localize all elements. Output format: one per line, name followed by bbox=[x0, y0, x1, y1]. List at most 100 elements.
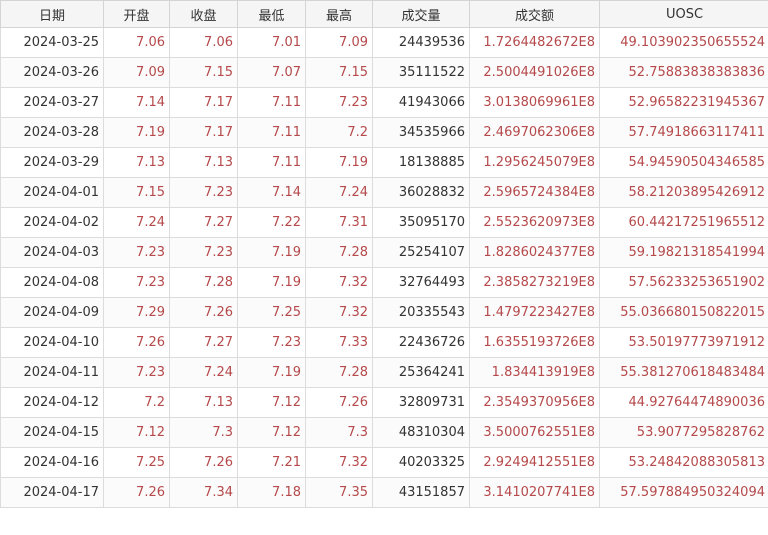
table-row[interactable]: 2024-04-09 7.29 7.26 7.25 7.32 20335543 1.4797… bbox=[0, 297, 768, 328]
close-cell: 7.28 bbox=[169, 267, 238, 298]
table-row[interactable]: 2024-04-08 7.23 7.28 7.19 7.32 32764493 2.3858… bbox=[0, 267, 768, 298]
date-cell: 2024-04-03 bbox=[0, 237, 104, 268]
column-header-high[interactable]: 最高 bbox=[305, 0, 373, 28]
low-cell: 7.19 bbox=[237, 237, 306, 268]
column-header-date[interactable]: 日期 bbox=[0, 0, 104, 28]
low-cell: 7.12 bbox=[237, 387, 306, 418]
volume-cell: 32764493 bbox=[372, 267, 470, 298]
table-row[interactable]: 2024-04-03 7.23 7.23 7.19 7.28 25254107 1.8286… bbox=[0, 237, 768, 268]
open-cell: 7.23 bbox=[103, 357, 170, 388]
table-row[interactable]: 2024-03-29 7.13 7.13 7.11 7.19 18138885 1.2956… bbox=[0, 147, 768, 178]
open-cell: 7.13 bbox=[103, 147, 170, 178]
low-cell: 7.18 bbox=[237, 477, 306, 508]
amount-cell: 3.0138069961E8 bbox=[469, 87, 600, 118]
low-cell: 7.12 bbox=[237, 417, 306, 448]
amount-cell: 1.4797223427E8 bbox=[469, 297, 600, 328]
close-cell: 7.13 bbox=[169, 387, 238, 418]
table-row[interactable]: 2024-04-16 7.25 7.26 7.21 7.32 40203325 2.9249… bbox=[0, 447, 768, 478]
close-cell: 7.26 bbox=[169, 297, 238, 328]
table-row[interactable]: 2024-03-28 7.19 7.17 7.11 7.2 34535966 2.46970… bbox=[0, 117, 768, 148]
close-cell: 7.06 bbox=[169, 27, 238, 58]
table-row[interactable]: 2024-04-02 7.24 7.27 7.22 7.31 35095170 2.5523… bbox=[0, 207, 768, 238]
date-cell: 2024-04-01 bbox=[0, 177, 104, 208]
date-cell: 2024-04-09 bbox=[0, 297, 104, 328]
uosc-cell: 49.103902350655524 bbox=[599, 27, 768, 58]
amount-cell: 2.5523620973E8 bbox=[469, 207, 600, 238]
date-cell: 2024-04-12 bbox=[0, 387, 104, 418]
high-cell: 7.33 bbox=[305, 327, 373, 358]
volume-cell: 18138885 bbox=[372, 147, 470, 178]
high-cell: 7.2 bbox=[305, 117, 373, 148]
date-cell: 2024-04-17 bbox=[0, 477, 104, 508]
amount-cell: 1.8286024377E8 bbox=[469, 237, 600, 268]
table-row[interactable]: 2024-04-10 7.26 7.27 7.23 7.33 22436726 1.6355… bbox=[0, 327, 768, 358]
low-cell: 7.19 bbox=[237, 357, 306, 388]
close-cell: 7.24 bbox=[169, 357, 238, 388]
uosc-cell: 59.19821318541994 bbox=[599, 237, 768, 268]
open-cell: 7.26 bbox=[103, 477, 170, 508]
uosc-cell: 55.036680150822015 bbox=[599, 297, 768, 328]
date-cell: 2024-04-16 bbox=[0, 447, 104, 478]
table-row[interactable]: 2024-04-01 7.15 7.23 7.14 7.24 36028832 2.5965… bbox=[0, 177, 768, 208]
open-cell: 7.24 bbox=[103, 207, 170, 238]
column-header-uosc[interactable]: UOSC bbox=[599, 0, 768, 28]
uosc-cell: 53.50197773971912 bbox=[599, 327, 768, 358]
high-cell: 7.3 bbox=[305, 417, 373, 448]
high-cell: 7.26 bbox=[305, 387, 373, 418]
uosc-cell: 44.92764474890036 bbox=[599, 387, 768, 418]
amount-cell: 1.2956245079E8 bbox=[469, 147, 600, 178]
column-header-amount[interactable]: 成交额 bbox=[469, 0, 600, 28]
open-cell: 7.2 bbox=[103, 387, 170, 418]
volume-cell: 48310304 bbox=[372, 417, 470, 448]
high-cell: 7.19 bbox=[305, 147, 373, 178]
date-cell: 2024-04-08 bbox=[0, 267, 104, 298]
table-row[interactable]: 2024-04-11 7.23 7.24 7.19 7.28 25364241 1.8344… bbox=[0, 357, 768, 388]
amount-cell: 2.3858273219E8 bbox=[469, 267, 600, 298]
close-cell: 7.3 bbox=[169, 417, 238, 448]
column-header-volume[interactable]: 成交量 bbox=[372, 0, 470, 28]
table-row[interactable]: 2024-03-25 7.06 7.06 7.01 7.09 24439536 1.7264… bbox=[0, 27, 768, 58]
column-header-low[interactable]: 最低 bbox=[237, 0, 306, 28]
table-row[interactable]: 2024-04-12 7.2 7.13 7.12 7.26 32809731 2.35493… bbox=[0, 387, 768, 418]
amount-cell: 3.1410207741E8 bbox=[469, 477, 600, 508]
volume-cell: 40203325 bbox=[372, 447, 470, 478]
table-row[interactable]: 2024-04-15 7.12 7.3 7.12 7.3 48310304 3.500076… bbox=[0, 417, 768, 448]
table-row[interactable]: 2024-03-27 7.14 7.17 7.11 7.23 41943066 3.0138… bbox=[0, 87, 768, 118]
amount-cell: 2.5965724384E8 bbox=[469, 177, 600, 208]
uosc-cell: 57.74918663117411 bbox=[599, 117, 768, 148]
header-row: 日期 开盘 收盘 最低 最高 成交量 成交额 UOSC bbox=[0, 0, 768, 28]
volume-cell: 22436726 bbox=[372, 327, 470, 358]
uosc-cell: 52.96582231945367 bbox=[599, 87, 768, 118]
close-cell: 7.15 bbox=[169, 57, 238, 88]
column-header-close[interactable]: 收盘 bbox=[169, 0, 238, 28]
uosc-cell: 53.24842088305813 bbox=[599, 447, 768, 478]
uosc-cell: 54.94590504346585 bbox=[599, 147, 768, 178]
volume-cell: 41943066 bbox=[372, 87, 470, 118]
close-cell: 7.13 bbox=[169, 147, 238, 178]
low-cell: 7.23 bbox=[237, 327, 306, 358]
stock-data-table: 日期 开盘 收盘 最低 最高 成交量 成交额 UOSC 2024-03-25 7.… bbox=[0, 0, 768, 508]
column-header-open[interactable]: 开盘 bbox=[103, 0, 170, 28]
date-cell: 2024-03-29 bbox=[0, 147, 104, 178]
high-cell: 7.28 bbox=[305, 237, 373, 268]
close-cell: 7.23 bbox=[169, 237, 238, 268]
close-cell: 7.34 bbox=[169, 477, 238, 508]
table-row[interactable]: 2024-03-26 7.09 7.15 7.07 7.15 35111522 2.5004… bbox=[0, 57, 768, 88]
volume-cell: 20335543 bbox=[372, 297, 470, 328]
low-cell: 7.11 bbox=[237, 147, 306, 178]
uosc-cell: 53.9077295828762 bbox=[599, 417, 768, 448]
date-cell: 2024-04-11 bbox=[0, 357, 104, 388]
date-cell: 2024-03-27 bbox=[0, 87, 104, 118]
close-cell: 7.27 bbox=[169, 327, 238, 358]
amount-cell: 1.6355193726E8 bbox=[469, 327, 600, 358]
amount-cell: 1.7264482672E8 bbox=[469, 27, 600, 58]
high-cell: 7.32 bbox=[305, 297, 373, 328]
open-cell: 7.12 bbox=[103, 417, 170, 448]
open-cell: 7.09 bbox=[103, 57, 170, 88]
table-row[interactable]: 2024-04-17 7.26 7.34 7.18 7.35 43151857 3.1410… bbox=[0, 477, 768, 508]
open-cell: 7.29 bbox=[103, 297, 170, 328]
close-cell: 7.17 bbox=[169, 117, 238, 148]
amount-cell: 2.3549370956E8 bbox=[469, 387, 600, 418]
volume-cell: 24439536 bbox=[372, 27, 470, 58]
volume-cell: 32809731 bbox=[372, 387, 470, 418]
